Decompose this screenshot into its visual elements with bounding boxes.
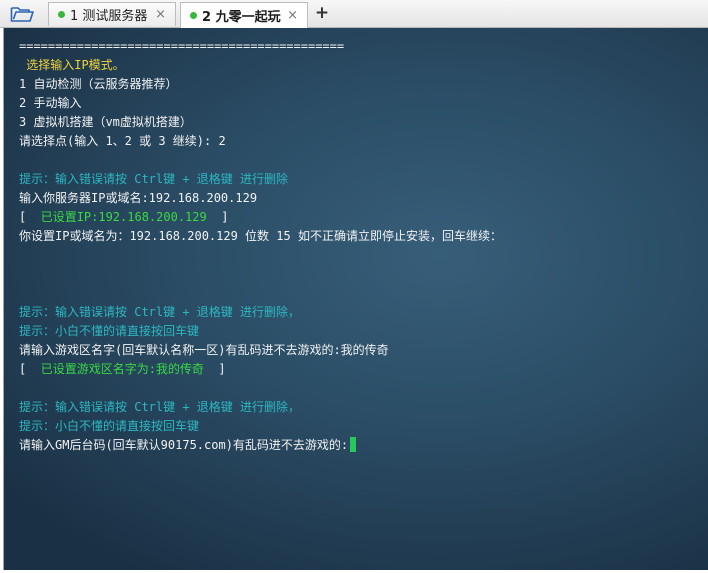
option-vm-line: 3 虚拟机搭建（vm虚拟机搭建） — [19, 115, 192, 129]
tab-jiuling-play[interactable]: 2 九零一起玩 × — [180, 2, 308, 28]
gm-code-input-line: 请输入GM后台码(回车默认90175.com)有乱码进不去游戏的: — [19, 436, 357, 455]
bracket-close: ] — [221, 210, 229, 224]
gm-code-prompt: 请输入GM后台码(回车默认90175.com)有乱码进不去游戏的: — [19, 438, 349, 452]
tab-label: 2 九零一起玩 — [202, 10, 281, 25]
choice-input-line: 请选择点(输入 1、2 或 3 继续): 2 — [19, 134, 226, 148]
option-manual-line: 2 手动输入 — [19, 96, 82, 110]
zone-name-input-line: 请输入游戏区名字(回车默认名称一区)有乱码进不去游戏的:我的传奇 — [19, 343, 389, 357]
connection-status-icon — [58, 11, 65, 18]
bracket-close: ] — [218, 362, 226, 376]
zone-set-line: [ 已设置游戏区名字为:我的传奇 ] — [19, 360, 226, 379]
zone-set-label: 已设置游戏区名字为:我的传奇 — [40, 362, 204, 376]
tab-label: 1 测试服务器 — [70, 9, 148, 24]
option-auto-line: 1 自动检测（云服务器推荐） — [19, 77, 178, 91]
tab-bar: 1 测试服务器 × 2 九零一起玩 × + — [0, 0, 708, 28]
close-icon[interactable]: × — [155, 7, 166, 22]
hint-line: 提示：小白不懂的请直接按回车键 — [19, 419, 200, 433]
ip-input-line: 输入你服务器IP或域名:192.168.200.129 — [19, 191, 258, 205]
hint-line: 提示：输入错误请按 Ctrl键 + 退格键 进行删除 — [19, 172, 289, 186]
separator-line: ========================================… — [19, 39, 345, 53]
hint-line: 提示：输入错误请按 Ctrl键 + 退格键 进行删除， — [19, 400, 301, 414]
close-icon[interactable]: × — [287, 8, 298, 23]
mode-prompt-line: 选择输入IP模式。 — [19, 58, 125, 72]
add-tab-button[interactable]: + — [312, 3, 332, 23]
connection-status-icon — [190, 12, 197, 19]
folder-icon — [10, 6, 34, 22]
ip-set-line: [ 已设置IP:192.168.200.129 ] — [19, 208, 228, 227]
hint-line: 提示：输入错误请按 Ctrl键 + 退格键 进行删除， — [19, 305, 301, 319]
ip-confirm-line: 你设置IP或域名为：192.168.200.129 位数 15 如不正确请立即停… — [19, 229, 502, 243]
hint-line: 提示：小白不懂的请直接按回车键 — [19, 324, 200, 338]
terminal-output[interactable]: ========================================… — [3, 28, 708, 570]
terminal-cursor — [350, 437, 357, 452]
tab-test-server[interactable]: 1 测试服务器 × — [48, 2, 176, 26]
ip-set-label: 已设置IP:192.168.200.129 — [40, 210, 207, 224]
open-folder-button[interactable] — [4, 2, 40, 25]
